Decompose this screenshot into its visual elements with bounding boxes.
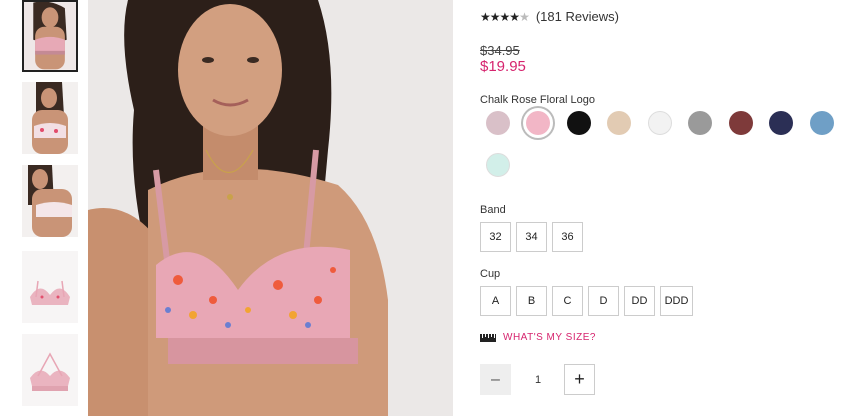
star-empty-icon: ★ xyxy=(519,9,530,24)
star-filled-icon: ★ xyxy=(499,9,511,24)
size-guide-label: WHAT'S MY SIZE? xyxy=(503,332,596,343)
band-size-option[interactable]: 36 xyxy=(552,222,583,252)
cup-size-option[interactable]: C xyxy=(552,286,583,316)
star-filled-icon: ★ xyxy=(489,9,501,24)
product-photo-thumbnail xyxy=(22,251,78,323)
band-label: Band xyxy=(480,204,506,216)
cup-label: Cup xyxy=(480,268,501,280)
ruler-icon xyxy=(480,333,496,342)
color-swatch[interactable] xyxy=(607,111,631,135)
quantity-value[interactable]: 1 xyxy=(520,364,556,395)
color-swatch[interactable] xyxy=(769,111,793,135)
increase-quantity-button[interactable]: + xyxy=(564,364,595,395)
cup-size-option[interactable]: B xyxy=(516,286,547,316)
color-swatch[interactable] xyxy=(567,111,591,135)
cup-size-option[interactable]: DDD xyxy=(660,286,693,316)
cup-size-option[interactable]: A xyxy=(480,286,511,316)
original-price: $34.95 xyxy=(480,43,520,58)
reviews-count[interactable]: (181 Reviews) xyxy=(536,9,619,24)
size-guide-link[interactable]: WHAT'S MY SIZE? xyxy=(480,332,596,343)
cup-size-option[interactable]: DD xyxy=(624,286,655,316)
color-swatch[interactable] xyxy=(648,111,672,135)
thumbnail-3[interactable] xyxy=(22,165,78,237)
selected-color-label: Chalk Rose Floral Logo xyxy=(480,94,595,106)
star-filled-icon: ★ xyxy=(509,9,520,24)
product-details: ★ ★ ★ ★ ★ (181 Reviews) $34.95 $19.95 Chalk … xyxy=(480,0,840,416)
main-product-image[interactable] xyxy=(88,0,453,416)
color-swatch[interactable] xyxy=(810,111,834,135)
model-photo-thumbnail xyxy=(24,2,76,70)
thumbnail-1[interactable] xyxy=(22,0,78,72)
model-photo xyxy=(88,0,453,416)
band-size-option[interactable]: 32 xyxy=(480,222,511,252)
band-size-option[interactable]: 34 xyxy=(516,222,547,252)
model-photo-thumbnail xyxy=(22,82,78,154)
color-swatch[interactable] xyxy=(688,111,712,135)
color-swatch[interactable] xyxy=(729,111,753,135)
color-swatch[interactable] xyxy=(486,111,510,135)
rating-row[interactable]: ★ ★ ★ ★ ★ (181 Reviews) xyxy=(480,9,619,24)
cup-size-option[interactable]: D xyxy=(588,286,619,316)
thumbnail-2[interactable] xyxy=(22,82,78,154)
sale-price: $19.95 xyxy=(480,58,526,75)
rating-stars: ★ ★ ★ ★ ★ xyxy=(480,9,530,24)
product-photo-thumbnail xyxy=(22,334,78,406)
color-swatch[interactable] xyxy=(526,111,550,135)
star-filled-icon: ★ xyxy=(480,9,491,24)
thumbnail-5[interactable] xyxy=(22,334,78,406)
model-photo-thumbnail xyxy=(22,165,78,237)
decrease-quantity-button[interactable]: – xyxy=(480,364,511,395)
color-swatches xyxy=(480,111,840,181)
thumbnail-4[interactable] xyxy=(22,251,78,323)
color-swatch[interactable] xyxy=(486,153,510,177)
